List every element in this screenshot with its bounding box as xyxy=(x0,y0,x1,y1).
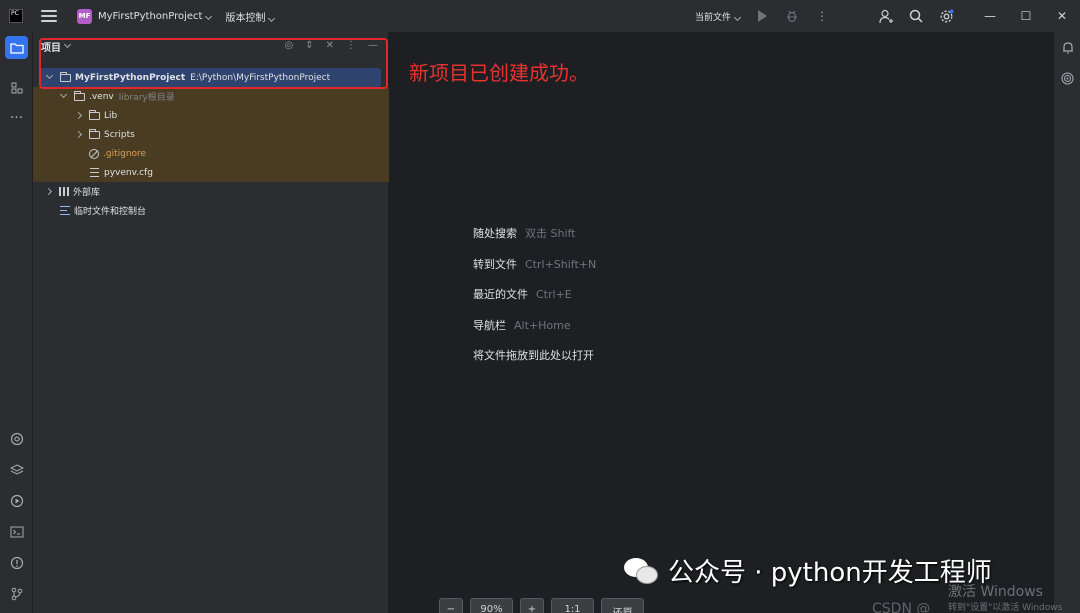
add-user-icon[interactable] xyxy=(878,8,894,24)
expand-arrow-icon[interactable] xyxy=(74,111,83,120)
more-actions-icon[interactable]: ⋮ xyxy=(814,8,830,24)
venv-name: .venv xyxy=(89,91,114,102)
locate-target-icon[interactable]: ◎ xyxy=(284,40,293,51)
chevron-down-icon[interactable] xyxy=(63,40,72,49)
annotation-note: 新项目已创建成功。 xyxy=(409,61,589,85)
settings-gear-icon[interactable] xyxy=(938,8,954,24)
more-tools-icon[interactable]: ··· xyxy=(5,106,28,129)
right-tool-strip xyxy=(1054,32,1080,613)
left-tool-strip: ··· xyxy=(0,32,33,613)
run-tool-icon[interactable] xyxy=(5,489,28,512)
hide-panel-icon[interactable]: — xyxy=(368,40,378,51)
search-icon[interactable] xyxy=(908,8,924,24)
maximize-button[interactable]: ☐ xyxy=(1008,0,1044,32)
scratch-icon xyxy=(60,206,70,215)
zoom-in-button[interactable]: + xyxy=(520,598,544,613)
panel-toolbar: ◎ ⇕ ✕ ⋮ — xyxy=(284,40,378,51)
project-switcher[interactable]: MyFirstPythonProject xyxy=(98,11,213,22)
zoom-level[interactable]: 90% xyxy=(470,598,513,613)
debug-icon[interactable] xyxy=(784,8,800,24)
tree-row-gitignore[interactable]: .gitignore xyxy=(33,144,389,163)
title-bar: PC MF MyFirstPythonProject 版本控制 当前文件 ⋮ —… xyxy=(0,0,1080,32)
options-icon[interactable]: ⋮ xyxy=(346,40,356,51)
project-tree: MyFirstPythonProject E:\Python\MyFirstPy… xyxy=(33,68,389,220)
project-tool-folder-icon[interactable] xyxy=(5,36,28,59)
scratches-label: 临时文件和控制台 xyxy=(74,207,147,217)
problems-icon[interactable] xyxy=(5,551,28,574)
expand-arrow-icon[interactable] xyxy=(45,71,54,80)
tree-row-pyvenv[interactable]: pyvenv.cfg xyxy=(33,163,389,182)
folder-name: Lib xyxy=(104,110,118,121)
zoom-out-button[interactable]: − xyxy=(439,598,463,613)
folder-name: Scripts xyxy=(104,129,135,140)
zoom-actual-size-button[interactable]: 1:1 xyxy=(551,598,594,613)
main-menu-icon[interactable] xyxy=(41,8,57,24)
hint-goto-file: 转到文件 Ctrl+Shift+N xyxy=(473,258,597,271)
external-libs-label: 外部库 xyxy=(73,188,101,198)
git-branch-icon[interactable] xyxy=(5,582,28,605)
expand-arrow-icon[interactable] xyxy=(59,90,68,99)
hint-search-everywhere: 随处搜索 双击 Shift xyxy=(473,227,576,240)
editor-empty-state[interactable]: 随处搜索 双击 Shift 转到文件 Ctrl+Shift+N 最近的文件 Ctrl+… xyxy=(390,32,1054,613)
ignore-file-icon xyxy=(89,148,99,159)
library-icon xyxy=(59,187,69,196)
chevron-down-icon xyxy=(205,12,213,20)
hint-drop-files: 将文件拖放到此处以打开 xyxy=(473,349,594,362)
terminal-icon[interactable] xyxy=(5,520,28,543)
folder-icon xyxy=(60,71,71,82)
ai-assistant-spiral-icon[interactable] xyxy=(1060,71,1075,86)
csdn-watermark: CSDN @ xyxy=(872,601,931,613)
pycharm-logo-icon[interactable]: PC xyxy=(9,9,23,23)
wechat-logo-icon xyxy=(624,556,660,586)
layers-icon[interactable] xyxy=(5,458,28,481)
project-badge[interactable]: MF xyxy=(77,8,92,24)
python-packages-icon[interactable] xyxy=(5,427,28,450)
zoom-restore-button[interactable]: 还原 xyxy=(601,598,644,613)
folder-icon xyxy=(89,109,100,120)
run-config-selector[interactable]: 当前文件 xyxy=(695,10,742,23)
folder-icon xyxy=(74,90,85,101)
hint-navigation-bar: 导航栏 Alt+Home xyxy=(473,319,571,332)
expand-arrow-icon[interactable] xyxy=(44,187,53,196)
tree-row-scripts[interactable]: Scripts xyxy=(33,125,389,144)
folder-icon xyxy=(89,128,100,139)
tree-row-scratches[interactable]: 临时文件和控制台 xyxy=(33,201,389,220)
windows-activation-subtext: 转到"设置"以激活 Windows xyxy=(948,603,1063,613)
tree-row-project-root[interactable]: MyFirstPythonProject E:\Python\MyFirstPy… xyxy=(39,68,381,87)
chevron-down-icon xyxy=(733,13,742,21)
project-root-path: E:\Python\MyFirstPythonProject xyxy=(190,72,331,83)
run-icon[interactable] xyxy=(754,8,770,24)
project-root-name: MyFirstPythonProject xyxy=(75,72,186,83)
file-name: .gitignore xyxy=(103,148,147,159)
chevron-down-icon xyxy=(268,14,276,22)
minimize-button[interactable]: — xyxy=(972,0,1008,32)
venv-note: library根目录 xyxy=(118,93,175,103)
structure-icon[interactable] xyxy=(5,76,28,99)
project-panel: 项目 ◎ ⇕ ✕ ⋮ — MyFirstPythonProject E:\Pyt… xyxy=(33,32,389,613)
tree-row-venv[interactable]: .venv library根目录 xyxy=(33,87,389,106)
expand-all-icon[interactable]: ⇕ xyxy=(305,40,313,51)
notifications-bell-icon[interactable] xyxy=(1060,40,1075,55)
hint-recent-files: 最近的文件 Ctrl+E xyxy=(473,288,572,301)
tree-row-lib[interactable]: Lib xyxy=(33,106,389,125)
wechat-watermark: 公众号 · python开发工程师 xyxy=(624,552,992,589)
vcs-menu[interactable]: 版本控制 xyxy=(225,9,276,24)
collapse-all-icon[interactable]: ✕ xyxy=(326,40,334,51)
ide-window: PC MF MyFirstPythonProject 版本控制 当前文件 ⋮ —… xyxy=(0,0,1080,613)
tree-row-external-libraries[interactable]: 外部库 xyxy=(33,182,389,201)
close-button[interactable]: ✕ xyxy=(1044,0,1080,32)
file-name: pyvenv.cfg xyxy=(104,167,153,178)
config-file-icon xyxy=(90,168,99,177)
expand-arrow-icon[interactable] xyxy=(74,130,83,139)
titlebar-right: 当前文件 ⋮ — ☐ ✕ xyxy=(695,0,1080,32)
panel-title: 项目 xyxy=(41,42,61,54)
